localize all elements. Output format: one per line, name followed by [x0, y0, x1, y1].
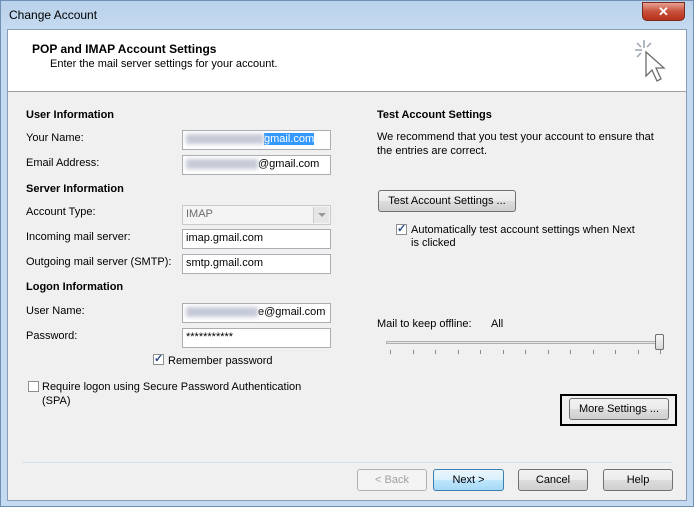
test-settings-heading: Test Account Settings	[377, 109, 492, 121]
remember-password-checkbox[interactable]: ✓	[153, 353, 164, 365]
help-button[interactable]: Help	[603, 469, 673, 491]
checkmark-icon: ✓	[154, 353, 164, 365]
spa-label-line2[interactable]: (SPA)	[42, 395, 71, 407]
test-settings-desc-line1: We recommend that you test your account …	[377, 131, 654, 143]
incoming-server-value: imap.gmail.com	[186, 232, 264, 244]
your-name-input[interactable]: gmail.com	[182, 130, 331, 150]
dialog-client-area: POP and IMAP Account Settings Enter the …	[7, 29, 687, 501]
your-name-value: gmail.com	[264, 133, 315, 145]
redacted-username	[186, 307, 258, 318]
slider-tick	[570, 350, 571, 354]
checkmark-icon: ✓	[397, 223, 407, 235]
slider-tick	[412, 350, 414, 354]
slider-tick	[480, 350, 481, 354]
auto-test-label[interactable]: Automatically test account settings when…	[411, 224, 635, 236]
test-account-settings-button[interactable]: Test Account Settings ...	[378, 190, 516, 212]
page-subtitle: Enter the mail server settings for your …	[50, 58, 278, 70]
auto-test-label-line2[interactable]: is clicked	[411, 237, 456, 249]
remember-password-label[interactable]: Remember password	[168, 355, 273, 367]
outgoing-server-input[interactable]: smtp.gmail.com	[182, 254, 331, 274]
incoming-server-input[interactable]: imap.gmail.com	[182, 229, 331, 249]
spa-label[interactable]: Require logon using Secure Password Auth…	[42, 381, 301, 393]
password-value: ***********	[186, 331, 234, 343]
logon-info-heading: Logon Information	[26, 281, 124, 293]
server-info-heading: Server Information	[26, 183, 124, 195]
email-address-value: @gmail.com	[258, 158, 320, 170]
window-title: Change Account	[9, 8, 98, 22]
slider-tick	[457, 350, 459, 354]
user-info-heading: User Information	[26, 109, 115, 121]
test-settings-desc-line2: the entries are correct.	[377, 145, 488, 157]
spa-checkbox[interactable]	[28, 381, 39, 392]
change-account-window: Change Account ✕ POP and IMAP Account Se…	[0, 0, 694, 507]
password-input[interactable]: ***********	[182, 328, 331, 348]
title-bar: Change Account ✕	[1, 1, 693, 29]
slider-tick	[660, 350, 661, 354]
slider-tick	[502, 350, 504, 354]
offline-value: All	[491, 318, 504, 330]
close-icon: ✕	[658, 4, 669, 19]
offline-slider-thumb[interactable]	[655, 334, 664, 350]
password-label: Password:	[26, 330, 78, 342]
cancel-button[interactable]: Cancel	[518, 469, 588, 491]
account-type-label: Account Type:	[26, 206, 96, 218]
cursor-sparkle-icon	[635, 40, 666, 82]
email-address-input[interactable]: @gmail.com	[182, 155, 331, 175]
incoming-server-label: Incoming mail server:	[26, 231, 131, 243]
redacted-email	[186, 159, 258, 170]
slider-tick	[592, 350, 594, 354]
your-name-label: Your Name:	[26, 132, 84, 144]
footer-separator	[22, 462, 672, 463]
user-name-input[interactable]: e@gmail.com	[182, 303, 331, 323]
redacted-name	[186, 134, 264, 145]
slider-tick	[547, 350, 549, 354]
slider-tick	[637, 350, 639, 354]
slider-tick	[525, 350, 526, 354]
slider-tick	[435, 350, 436, 354]
chevron-down-icon	[313, 207, 329, 223]
slider-tick	[390, 350, 391, 354]
auto-test-checkbox[interactable]: ✓	[396, 223, 407, 235]
email-address-label: Email Address:	[26, 157, 100, 169]
back-button[interactable]: < Back	[357, 469, 427, 491]
outgoing-server-value: smtp.gmail.com	[186, 257, 264, 269]
more-settings-button[interactable]: More Settings ...	[569, 398, 669, 420]
account-type-dropdown[interactable]: IMAP	[182, 205, 331, 225]
dialog-header: POP and IMAP Account Settings Enter the …	[8, 30, 686, 92]
user-name-label: User Name:	[26, 305, 85, 317]
offline-slider-track[interactable]	[386, 341, 664, 344]
account-type-value: IMAP	[186, 208, 213, 220]
page-title: POP and IMAP Account Settings	[32, 42, 217, 56]
close-button[interactable]: ✕	[642, 2, 685, 21]
outgoing-server-label: Outgoing mail server (SMTP):	[26, 256, 172, 268]
user-name-value: e@gmail.com	[258, 306, 326, 318]
slider-tick	[615, 350, 616, 354]
offline-label: Mail to keep offline:	[377, 318, 472, 330]
next-button[interactable]: Next >	[433, 469, 504, 491]
